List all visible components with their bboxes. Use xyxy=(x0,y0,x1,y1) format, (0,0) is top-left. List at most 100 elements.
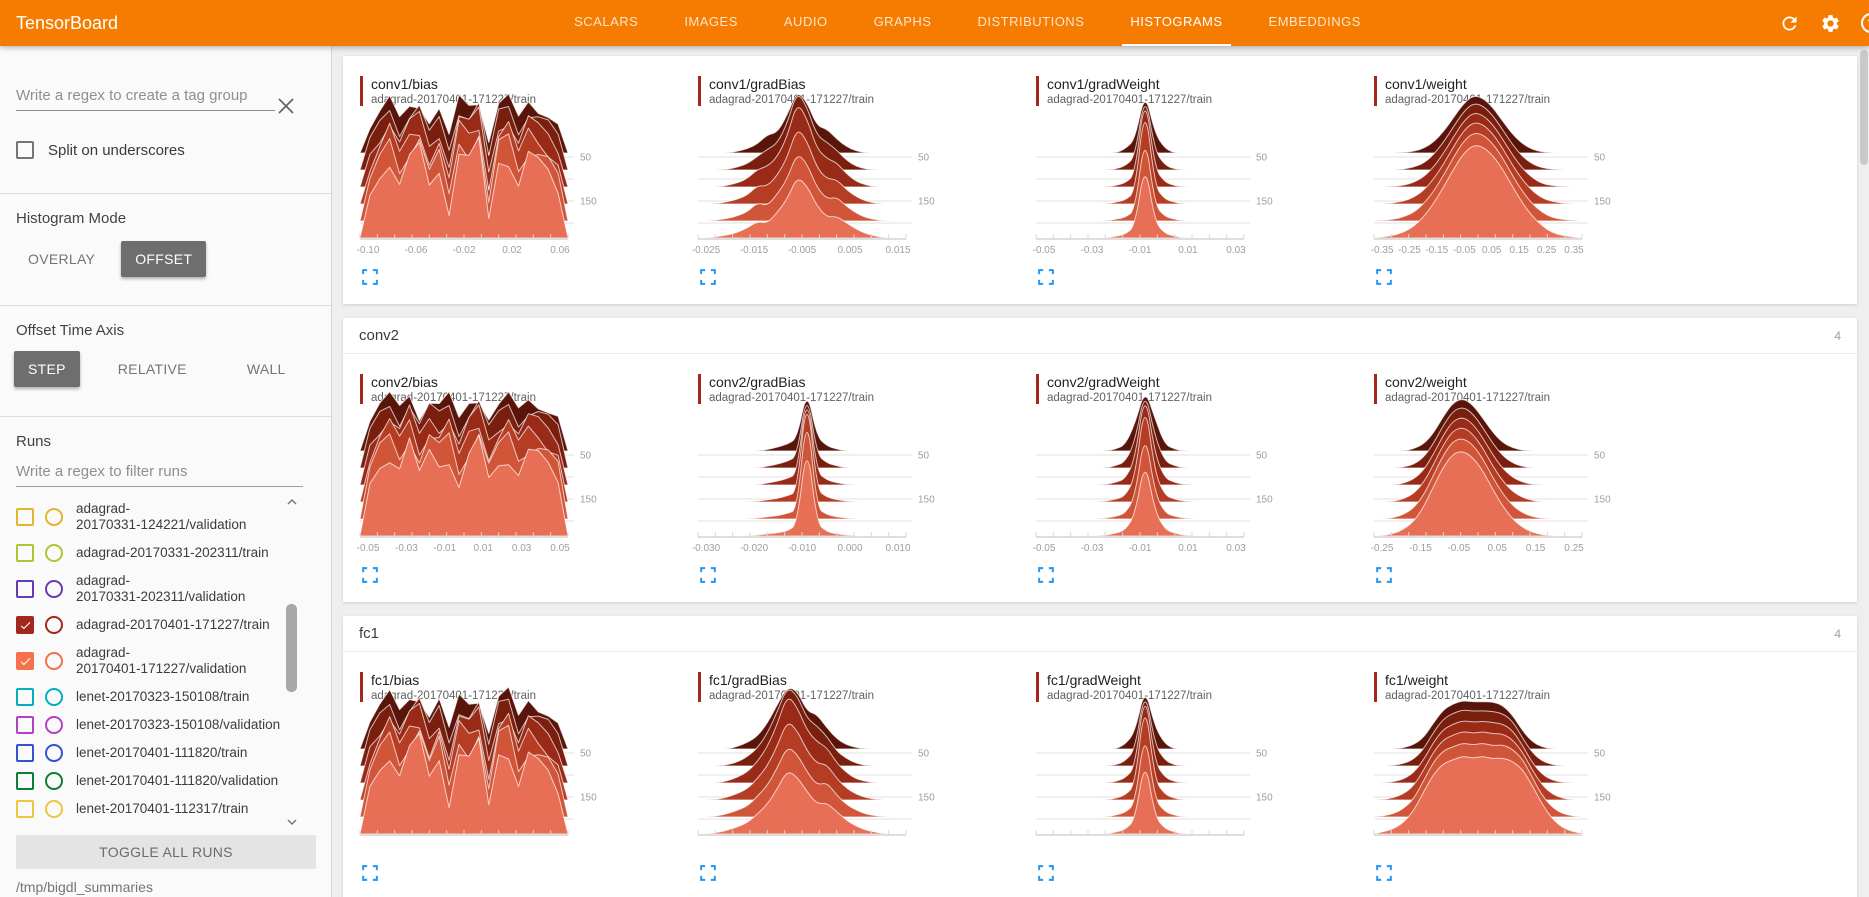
svg-text:-0.025: -0.025 xyxy=(692,245,721,256)
run-item[interactable]: adagrad-20170401-171227/validation xyxy=(16,639,281,683)
tab-embeddings[interactable]: EMBEDDINGS xyxy=(1261,0,1369,46)
run-item[interactable]: adagrad-20170331-124221/validation xyxy=(16,495,281,539)
run-radio[interactable] xyxy=(45,772,63,790)
run-checkbox[interactable] xyxy=(16,616,34,634)
histogram-card: conv2/bias adagrad-20170401-171227/train… xyxy=(360,374,698,588)
category-header[interactable]: conv2 4 xyxy=(343,318,1857,354)
run-radio[interactable] xyxy=(45,616,63,634)
run-checkbox[interactable] xyxy=(16,544,34,562)
run-item[interactable]: lenet-20170401-111820/train xyxy=(16,739,281,767)
expand-icon[interactable] xyxy=(362,567,378,583)
histogram-chart[interactable]: 50150-0.030-0.020-0.0100.0000.010 xyxy=(698,415,970,561)
run-checkbox[interactable] xyxy=(16,688,34,706)
split-underscores-row[interactable]: Split on underscores xyxy=(16,141,315,159)
check-icon xyxy=(19,619,32,632)
run-checkbox[interactable] xyxy=(16,508,34,526)
run-radio[interactable] xyxy=(45,508,63,526)
run-item[interactable]: adagrad-20170331-202311/train xyxy=(16,539,281,567)
split-underscores-checkbox[interactable] xyxy=(16,141,34,159)
run-label: lenet-20170401-111820/validation xyxy=(76,773,278,789)
expand-icon[interactable] xyxy=(1038,865,1054,881)
card-title: fc1/bias xyxy=(371,672,536,688)
svg-text:0.01: 0.01 xyxy=(473,543,493,554)
histogram-chart[interactable]: 50150-0.05-0.03-0.010.010.03 xyxy=(1036,415,1308,561)
expand-icon[interactable] xyxy=(700,269,716,285)
expand-icon[interactable] xyxy=(1038,269,1054,285)
svg-text:150: 150 xyxy=(1594,793,1611,804)
scrollbar-thumb[interactable] xyxy=(286,604,297,692)
expand-icon[interactable] xyxy=(362,865,378,881)
expand-icon[interactable] xyxy=(362,269,378,285)
run-item[interactable]: lenet-20170323-150108/train xyxy=(16,683,281,711)
svg-text:-0.03: -0.03 xyxy=(1081,245,1104,256)
expand-icon[interactable] xyxy=(700,567,716,583)
histogram-chart[interactable]: 50150 xyxy=(360,713,632,859)
help-icon[interactable]: ? xyxy=(1859,11,1869,35)
run-radio[interactable] xyxy=(45,800,63,818)
svg-text:0.35: 0.35 xyxy=(1564,245,1584,256)
relative-button[interactable]: RELATIVE xyxy=(104,351,201,387)
histogram-chart[interactable]: 50150-0.10-0.06-0.020.020.06 xyxy=(360,117,632,263)
card-title: conv2/gradBias xyxy=(709,374,874,390)
expand-icon[interactable] xyxy=(700,865,716,881)
expand-icon[interactable] xyxy=(1376,269,1392,285)
card-title: conv1/bias xyxy=(371,76,536,92)
run-item[interactable]: lenet-20170323-150108/validation xyxy=(16,711,281,739)
run-item[interactable]: lenet-20170401-111820/validation xyxy=(16,767,281,795)
run-radio[interactable] xyxy=(45,652,63,670)
histogram-chart[interactable]: 50150 xyxy=(1036,713,1308,859)
run-radio[interactable] xyxy=(45,580,63,598)
expand-icon[interactable] xyxy=(1376,567,1392,583)
histogram-chart[interactable]: 50150-0.05-0.03-0.010.010.03 xyxy=(1036,117,1308,263)
histogram-chart[interactable]: 50150 xyxy=(698,713,970,859)
run-item[interactable]: lenet-20170401-112317/train xyxy=(16,795,281,823)
main-scrollbar-thumb[interactable] xyxy=(1860,50,1868,165)
run-checkbox[interactable] xyxy=(16,652,34,670)
run-checkbox[interactable] xyxy=(16,744,34,762)
run-checkbox[interactable] xyxy=(16,772,34,790)
histogram-chart[interactable]: 50150-0.25-0.15-0.050.050.150.25 xyxy=(1374,415,1646,561)
tab-images[interactable]: IMAGES xyxy=(676,0,746,46)
toggle-all-runs-button[interactable]: TOGGLE ALL RUNS xyxy=(16,835,316,869)
offset-button[interactable]: OFFSET xyxy=(121,241,206,277)
run-checkbox[interactable] xyxy=(16,716,34,734)
category-header[interactable]: fc1 4 xyxy=(343,616,1857,652)
run-color-bar xyxy=(698,76,701,106)
category-cards: conv2/bias adagrad-20170401-171227/train… xyxy=(343,354,1857,602)
tab-graphs[interactable]: GRAPHS xyxy=(866,0,940,46)
step-button[interactable]: STEP xyxy=(14,351,80,387)
tab-distributions[interactable]: DISTRIBUTIONS xyxy=(969,0,1092,46)
run-checkbox[interactable] xyxy=(16,800,34,818)
run-label: lenet-20170401-111820/train xyxy=(76,745,247,761)
refresh-icon[interactable] xyxy=(1777,11,1801,35)
svg-text:-0.25: -0.25 xyxy=(1371,543,1394,554)
run-list-scrollbar[interactable] xyxy=(285,496,299,828)
scroll-up-icon[interactable] xyxy=(286,498,298,506)
run-radio[interactable] xyxy=(45,544,63,562)
tab-audio[interactable]: AUDIO xyxy=(776,0,836,46)
run-checkbox[interactable] xyxy=(16,580,34,598)
run-radio[interactable] xyxy=(45,744,63,762)
overlay-button[interactable]: OVERLAY xyxy=(14,241,109,277)
svg-text:50: 50 xyxy=(1256,153,1268,164)
run-item[interactable]: adagrad-20170401-171227/train xyxy=(16,611,281,639)
histogram-chart[interactable]: 50150-0.35-0.25-0.15-0.050.050.150.250.3… xyxy=(1374,117,1646,263)
svg-text:-0.02: -0.02 xyxy=(453,245,476,256)
tab-scalars[interactable]: SCALARS xyxy=(566,0,646,46)
expand-icon[interactable] xyxy=(1038,567,1054,583)
run-radio[interactable] xyxy=(45,716,63,734)
histogram-chart[interactable]: 50150-0.025-0.015-0.0050.0050.015 xyxy=(698,117,970,263)
wall-button[interactable]: WALL xyxy=(233,351,300,387)
scroll-down-icon[interactable] xyxy=(286,818,298,826)
run-item[interactable]: adagrad-20170331-202311/validation xyxy=(16,567,281,611)
run-radio[interactable] xyxy=(45,688,63,706)
close-icon[interactable] xyxy=(276,96,296,116)
histogram-chart[interactable]: 50150-0.05-0.03-0.010.010.030.05 xyxy=(360,415,632,561)
histogram-chart[interactable]: 50150 xyxy=(1374,713,1646,859)
run-filter-input[interactable] xyxy=(16,460,303,487)
expand-icon[interactable] xyxy=(1376,865,1392,881)
card-run-name: adagrad-20170401-171227/train xyxy=(709,391,874,405)
settings-icon[interactable] xyxy=(1818,11,1842,35)
tab-histograms[interactable]: HISTOGRAMS xyxy=(1122,0,1230,46)
tag-filter-input[interactable] xyxy=(16,84,275,111)
